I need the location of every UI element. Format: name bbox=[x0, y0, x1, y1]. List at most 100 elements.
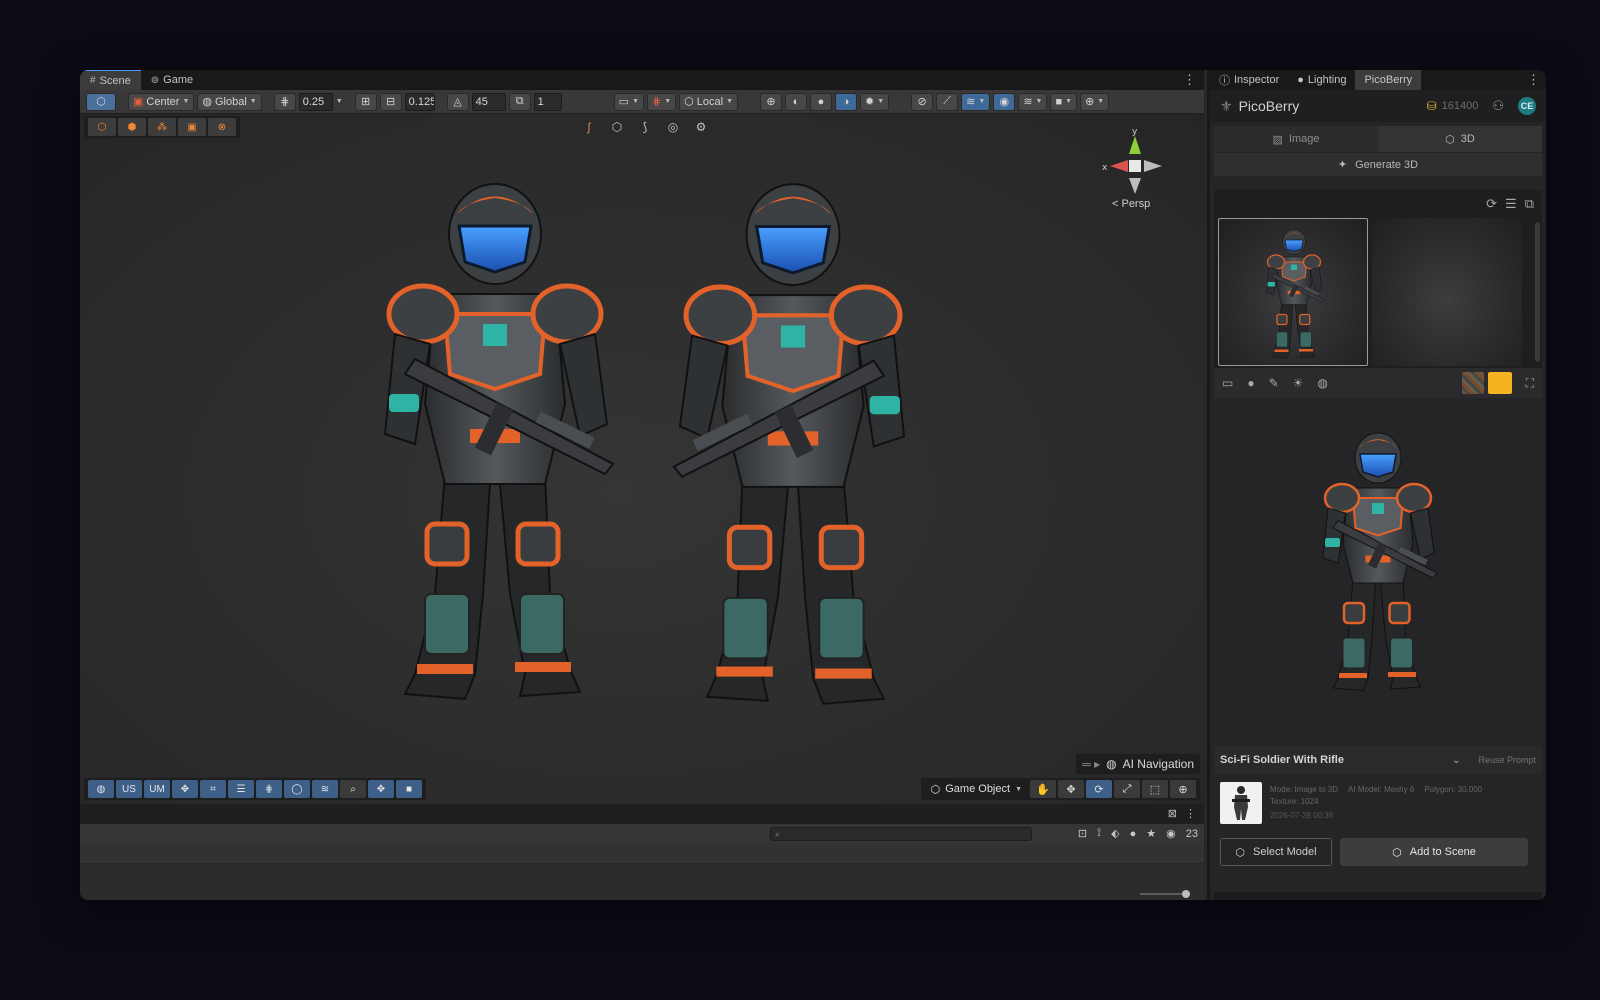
move-tool-icon[interactable]: ✥ bbox=[1058, 780, 1084, 798]
model-preview[interactable] bbox=[1214, 400, 1542, 748]
orientation-gizmo[interactable]: y x bbox=[1100, 126, 1170, 198]
ai-navigation-overlay[interactable]: ═ ▸ ◍ AI Navigation bbox=[1076, 754, 1200, 774]
color-swatch[interactable] bbox=[1487, 372, 1512, 394]
soldier-model-right[interactable] bbox=[658, 174, 928, 719]
texture-tool-icon[interactable]: ▣ bbox=[178, 118, 206, 136]
pivot-dropdown[interactable]: ▣ Center ▼ bbox=[128, 92, 195, 111]
grid-tool-icon[interactable]: ⋕ bbox=[256, 780, 282, 798]
refresh-icon[interactable]: ⟳ bbox=[1486, 196, 1497, 212]
tab-scene[interactable]: # Scene bbox=[80, 70, 141, 90]
add-object-icon[interactable]: ⬡ bbox=[608, 118, 626, 136]
texture-swatch[interactable] bbox=[1461, 372, 1484, 394]
game-object-dropdown[interactable]: ⬡ Game Object ▼ bbox=[925, 780, 1028, 798]
zoom-slider-track[interactable] bbox=[1140, 893, 1188, 895]
mode-tab-3d[interactable]: ⬡ 3D bbox=[1378, 126, 1542, 152]
us-tool-button[interactable]: US bbox=[116, 780, 142, 798]
transform-space-dropdown[interactable]: ⬡ Local ▼ bbox=[679, 92, 738, 111]
eye-icon[interactable]: ◉ bbox=[1166, 827, 1176, 840]
sun-icon[interactable]: ☀ bbox=[1293, 376, 1304, 390]
lit-button[interactable]: ◑ bbox=[835, 92, 857, 111]
copy-icon[interactable]: ⧉ bbox=[1525, 196, 1534, 212]
camera-tool-icon[interactable]: ■ bbox=[396, 780, 422, 798]
console-search-input[interactable]: ⌕ bbox=[770, 827, 1032, 841]
gear-icon[interactable]: ⚙ bbox=[692, 118, 710, 136]
tag-icon[interactable]: ⬖ bbox=[1111, 827, 1119, 840]
angle-snap-field[interactable]: 45 bbox=[471, 92, 506, 111]
user-icon[interactable]: ⚇ bbox=[1492, 98, 1504, 114]
crop-tool-icon[interactable]: ⌗ bbox=[200, 780, 226, 798]
monitor-icon[interactable]: ▭ bbox=[1222, 376, 1233, 390]
gallery-thumb-2[interactable] bbox=[1372, 218, 1522, 366]
angle-snap-button[interactable]: ◬ bbox=[446, 92, 469, 111]
grid-snap-field[interactable]: 0.25 bbox=[298, 92, 333, 111]
cluster-tool-icon[interactable]: ⁂ bbox=[148, 118, 176, 136]
move-tool-icon[interactable]: ✥ bbox=[172, 780, 198, 798]
avatar[interactable]: CE bbox=[1518, 97, 1536, 115]
compass-tool-icon[interactable]: ◍ bbox=[88, 780, 114, 798]
circle-tool-icon[interactable]: ◯ bbox=[284, 780, 310, 798]
path-icon[interactable]: ⟆ bbox=[636, 118, 654, 136]
scale-snap-field[interactable]: 1 bbox=[533, 92, 562, 111]
filter-icon[interactable]: ⊡ bbox=[1078, 827, 1087, 840]
sphere-icon[interactable]: ● bbox=[1247, 376, 1254, 390]
view-tool-button[interactable]: ⬡ bbox=[86, 92, 116, 111]
scale-tool-icon[interactable]: ⤢ bbox=[1114, 780, 1140, 798]
effects-dropdown[interactable]: ✹ ▼ bbox=[860, 92, 890, 111]
visibility-button[interactable]: ◉ bbox=[993, 92, 1016, 111]
material-icon[interactable]: ◍ bbox=[1317, 376, 1327, 390]
chevron-down-icon[interactable]: ⌄ bbox=[1452, 755, 1460, 766]
soldier-model-left[interactable] bbox=[360, 174, 630, 714]
layers-tool-icon[interactable]: ≋ bbox=[312, 780, 338, 798]
scene-more-icon[interactable]: ⋮ bbox=[1183, 72, 1196, 88]
scale-snap-button[interactable]: ⧉ bbox=[508, 92, 531, 111]
shaded-button[interactable]: ● bbox=[810, 92, 832, 111]
list-view-icon[interactable]: ☰ bbox=[1505, 196, 1517, 212]
generate-3d-button[interactable]: ✦ Generate 3D bbox=[1214, 152, 1542, 176]
wireframe-button[interactable]: ⊕ bbox=[760, 92, 782, 111]
mode-tab-image[interactable]: ▨ Image bbox=[1214, 126, 1378, 152]
tab-picoberry[interactable]: PicoBerry bbox=[1355, 70, 1422, 90]
right-panel-more-icon[interactable]: ⋮ bbox=[1527, 72, 1540, 88]
chevron-down-icon[interactable]: ▼ bbox=[336, 98, 343, 105]
transform-tool-icon[interactable]: ✥ bbox=[368, 780, 394, 798]
rotate-snap-field[interactable]: 0.125 bbox=[404, 92, 435, 111]
grid-snap-button[interactable]: ⋕ bbox=[273, 92, 296, 111]
hand-tool-icon[interactable]: ✋ bbox=[1030, 780, 1056, 798]
tab-game[interactable]: ⊚ Game bbox=[141, 70, 203, 90]
cube-tool-icon[interactable]: ⬡ bbox=[88, 118, 116, 136]
shield-icon[interactable]: ◎ bbox=[664, 118, 682, 136]
gizmos-dropdown[interactable]: ⊕ ▼ bbox=[1080, 92, 1110, 111]
star-icon[interactable]: ★ bbox=[1146, 827, 1156, 840]
camera-dropdown[interactable]: ■ ▼ bbox=[1050, 92, 1078, 111]
align-tool-icon[interactable]: ☰ bbox=[228, 780, 254, 798]
um-tool-button[interactable]: UM bbox=[144, 780, 170, 798]
search-tool-icon[interactable]: ⌕ bbox=[340, 780, 366, 798]
layer-visibility-dropdown[interactable]: ≋ ▼ bbox=[1018, 92, 1048, 111]
shaded-wireframe-button[interactable]: ◐ bbox=[785, 92, 807, 111]
rect-tool-icon[interactable]: ⬚ bbox=[1142, 780, 1168, 798]
console-more-icon[interactable]: ⋮ bbox=[1185, 807, 1196, 820]
gallery-scrollbar[interactable] bbox=[1535, 222, 1540, 362]
fullscreen-icon[interactable]: ⛶ bbox=[1526, 376, 1534, 391]
layers-dropdown[interactable]: ≋ ▼ bbox=[961, 92, 991, 111]
brush-icon[interactable]: ✎ bbox=[1269, 376, 1279, 390]
tab-lighting[interactable]: ● Lighting bbox=[1288, 70, 1355, 90]
fx-toggle-button[interactable]: ⟋ bbox=[936, 92, 959, 111]
display-dropdown[interactable]: ▭ ▼ bbox=[613, 92, 644, 111]
tab-inspector[interactable]: ⓘ Inspector bbox=[1210, 70, 1288, 90]
select-model-button[interactable]: ⬡ Select Model bbox=[1220, 838, 1332, 866]
reuse-prompt-link[interactable]: Reuse Prompt bbox=[1478, 755, 1536, 765]
increment-snap-button[interactable]: ⊞ bbox=[354, 92, 377, 111]
zoom-slider-handle[interactable] bbox=[1182, 890, 1190, 898]
space-dropdown[interactable]: ◍ Global ▼ bbox=[197, 92, 262, 111]
mesh-tool-icon[interactable]: ⬢ bbox=[118, 118, 146, 136]
rotate-snap-button[interactable]: ⊟ bbox=[379, 92, 402, 111]
projection-label[interactable]: < Persp bbox=[1112, 198, 1150, 210]
brush-icon[interactable]: ʃ bbox=[580, 118, 598, 136]
audio-toggle-button[interactable]: ⊘ bbox=[911, 92, 934, 111]
lock-icon[interactable]: ⊠ bbox=[1168, 807, 1177, 820]
hierarchy-icon[interactable]: ⟟ bbox=[1097, 827, 1101, 840]
rotate-tool-icon[interactable]: ⟳ bbox=[1086, 780, 1112, 798]
transform-all-tool-icon[interactable]: ⊕ bbox=[1170, 780, 1196, 798]
scene-viewport[interactable]: ⬡ ⬢ ⁂ ▣ ⊗ ʃ ⬡ ⟆ ◎ ⚙ y x < Persp ═ ▸ ◍ AI… bbox=[80, 114, 1204, 804]
